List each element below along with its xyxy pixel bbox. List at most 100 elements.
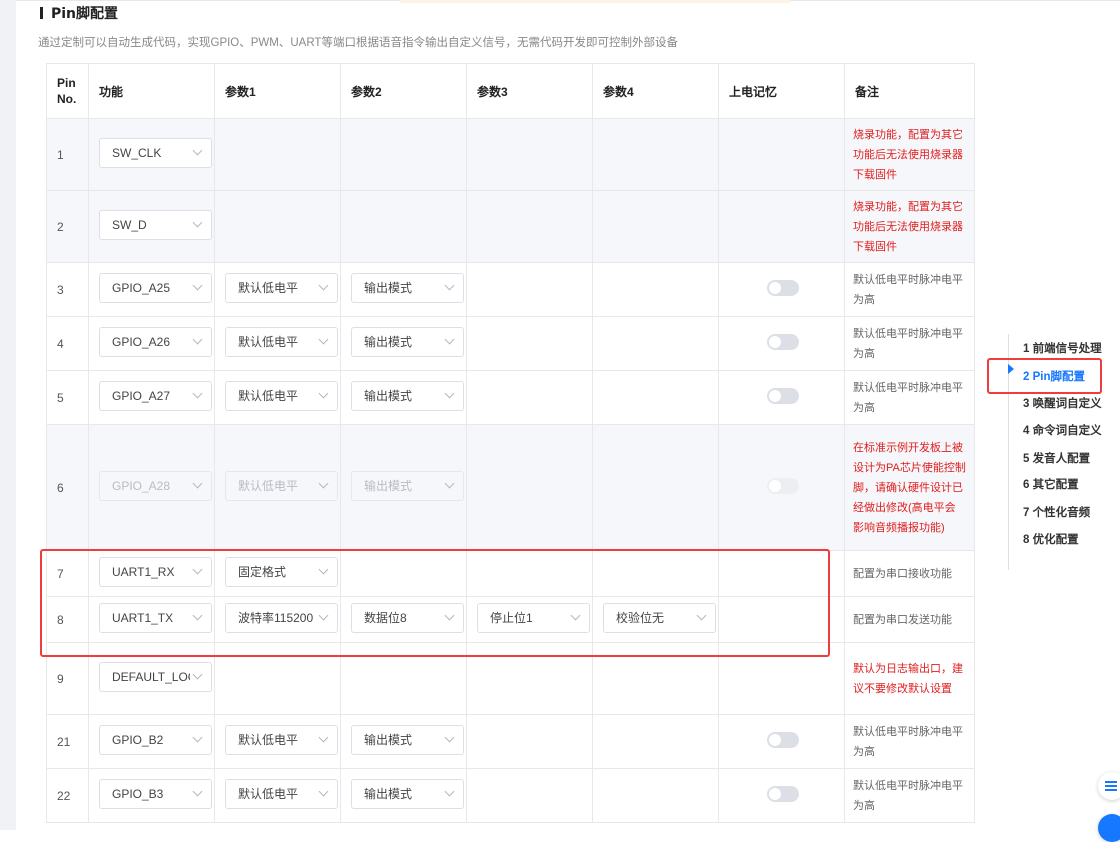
function-select[interactable]: SW_CLK <box>99 138 212 168</box>
function-select[interactable]: GPIO_A25 <box>99 273 212 303</box>
pin-number: 21 <box>46 714 89 769</box>
power-memory-toggle[interactable] <box>767 786 799 802</box>
param2-select[interactable]: 输出模式 <box>351 381 464 411</box>
note-text: 默认低电平时脉冲电平为高 <box>844 316 975 371</box>
pin-number: 3 <box>46 262 89 317</box>
pin-number: 9 <box>46 642 89 715</box>
section-subtitle: 通过定制可以自动生成代码，实现GPIO、PWM、UART等端口根据语音指令输出自… <box>38 37 678 49</box>
chevron-down-icon <box>318 786 329 797</box>
note-text: 默认低电平时脉冲电平为高 <box>844 768 975 823</box>
function-select[interactable]: UART1_RX <box>99 557 212 587</box>
table-row: 1 SW_CLK 烧录功能，配置为其它功能后无法使用烧录器下载固件 <box>46 118 975 191</box>
function-select[interactable]: UART1_TX <box>99 603 212 633</box>
note-text: 烧录功能，配置为其它功能后无法使用烧录器下载固件 <box>844 118 975 191</box>
toc-item-audio[interactable]: 7 个性化音频 <box>1023 504 1090 520</box>
power-memory-toggle[interactable] <box>767 732 799 748</box>
param2-select[interactable]: 数据位8 <box>351 603 464 633</box>
chevron-down-icon <box>192 388 203 399</box>
toc-item-wakeword[interactable]: 3 唤醒词自定义 <box>1023 395 1102 411</box>
table-row: 22 GPIO_B3 默认低电平 输出模式 默认低电平时脉冲电平为高 <box>46 768 975 823</box>
chevron-down-icon <box>318 478 329 489</box>
param1-select[interactable]: 默认低电平 <box>225 725 338 755</box>
chevron-down-icon <box>444 280 455 291</box>
table-header-row: Pin No. 功能 参数1 参数2 参数3 参数4 上电记忆 备注 <box>46 63 975 119</box>
chevron-down-icon <box>318 280 329 291</box>
table-row: 2 SW_D 烧录功能，配置为其它功能后无法使用烧录器下载固件 <box>46 190 975 263</box>
header-param3: 参数3 <box>466 63 593 119</box>
param1-select[interactable]: 默认低电平 <box>225 779 338 809</box>
chevron-down-icon <box>318 388 329 399</box>
list-icon-button[interactable] <box>1098 772 1120 800</box>
help-button[interactable] <box>1098 814 1120 842</box>
toc-item-command-word[interactable]: 4 命令词自定义 <box>1023 422 1102 438</box>
note-text: 默认低电平时脉冲电平为高 <box>844 714 975 769</box>
note-text: 配置为串口发送功能 <box>844 596 975 643</box>
param2-select[interactable]: 输出模式 <box>351 779 464 809</box>
chevron-down-icon <box>318 732 329 743</box>
annotation-box-toc <box>987 358 1102 394</box>
function-select[interactable]: SW_D <box>99 210 212 240</box>
section-title: Pin脚配置 <box>40 6 118 22</box>
note-text: 在标准示例开发板上被设计为PA芯片使能控制脚，请确认硬件设计已经做出修改(高电平… <box>844 424 975 551</box>
function-select[interactable]: GPIO_A27 <box>99 381 212 411</box>
header-param4: 参数4 <box>592 63 719 119</box>
param1-select[interactable]: 固定格式 <box>225 557 338 587</box>
title-bar-marker <box>40 7 43 19</box>
chevron-down-icon <box>444 478 455 489</box>
function-select[interactable]: DEFAULT_LOG <box>99 662 212 692</box>
param4-select[interactable]: 校验位无 <box>603 603 716 633</box>
function-cell: SW_CLK <box>88 118 215 191</box>
chevron-down-icon <box>192 786 203 797</box>
param2-select[interactable]: 输出模式 <box>351 725 464 755</box>
header-param1: 参数1 <box>214 63 341 119</box>
table-row: 6 GPIO_A28 默认低电平 输出模式 在标准示例开发板上被设计为PA芯片使… <box>46 424 975 551</box>
chevron-down-icon <box>444 732 455 743</box>
param2-select[interactable]: 输出模式 <box>351 327 464 357</box>
param1-select[interactable]: 默认低电平 <box>225 273 338 303</box>
function-select[interactable]: GPIO_A26 <box>99 327 212 357</box>
table-row: 9 DEFAULT_LOG 默认为日志输出口，建议不要修改默认设置 <box>46 642 975 715</box>
pin-number: 6 <box>46 424 89 551</box>
chevron-down-icon <box>570 610 581 621</box>
chevron-down-icon <box>192 334 203 345</box>
pin-number: 7 <box>46 550 89 597</box>
table-row: 3 GPIO_A25 默认低电平 输出模式 默认低电平时脉冲电平为高 <box>46 262 975 317</box>
table-row: 8 UART1_TX 波特率115200 数据位8 停止位1 校验位无 配置为串… <box>46 596 975 643</box>
chevron-down-icon <box>192 280 203 291</box>
power-memory-toggle[interactable] <box>767 280 799 296</box>
chevron-down-icon <box>318 564 329 575</box>
param2-select[interactable]: 输出模式 <box>351 273 464 303</box>
param1-select[interactable]: 默认低电平 <box>225 381 338 411</box>
power-memory-toggle[interactable] <box>767 388 799 404</box>
header-pin-no: Pin No. <box>46 63 89 119</box>
note-text: 烧录功能，配置为其它功能后无法使用烧录器下载固件 <box>844 190 975 263</box>
note-text: 默认低电平时脉冲电平为高 <box>844 370 975 425</box>
chevron-down-icon <box>192 478 203 489</box>
param1-select[interactable]: 默认低电平 <box>225 327 338 357</box>
param1-select[interactable]: 波特率115200 <box>225 603 338 633</box>
list-icon <box>1105 781 1117 793</box>
chevron-down-icon <box>192 145 203 156</box>
header-function: 功能 <box>88 63 215 119</box>
toc-item-frontend[interactable]: 1 前端信号处理 <box>1023 340 1102 356</box>
chevron-down-icon <box>192 610 203 621</box>
toc-item-voice[interactable]: 5 发音人配置 <box>1023 450 1090 466</box>
chevron-down-icon <box>192 564 203 575</box>
note-text: 默认为日志输出口，建议不要修改默认设置 <box>844 642 975 715</box>
param3-select[interactable]: 停止位1 <box>477 603 590 633</box>
pin-config-table: Pin No. 功能 参数1 参数2 参数3 参数4 上电记忆 备注 1 SW_C… <box>46 63 975 823</box>
header-note: 备注 <box>844 63 975 119</box>
param1-select: 默认低电平 <box>225 471 338 501</box>
toc-item-optimize[interactable]: 8 优化配置 <box>1023 531 1079 547</box>
toc-item-other[interactable]: 6 其它配置 <box>1023 476 1079 492</box>
table-row: 21 GPIO_B2 默认低电平 输出模式 默认低电平时脉冲电平为高 <box>46 714 975 769</box>
pin-number: 4 <box>46 316 89 371</box>
chevron-down-icon <box>192 217 203 228</box>
table-row: 7 UART1_RX 固定格式 配置为串口接收功能 <box>46 550 975 597</box>
function-select[interactable]: GPIO_B3 <box>99 779 212 809</box>
function-select[interactable]: GPIO_B2 <box>99 725 212 755</box>
section-title-text: Pin脚配置 <box>51 6 119 22</box>
note-text: 默认低电平时脉冲电平为高 <box>844 262 975 317</box>
power-memory-toggle[interactable] <box>767 334 799 350</box>
chevron-down-icon <box>696 610 707 621</box>
